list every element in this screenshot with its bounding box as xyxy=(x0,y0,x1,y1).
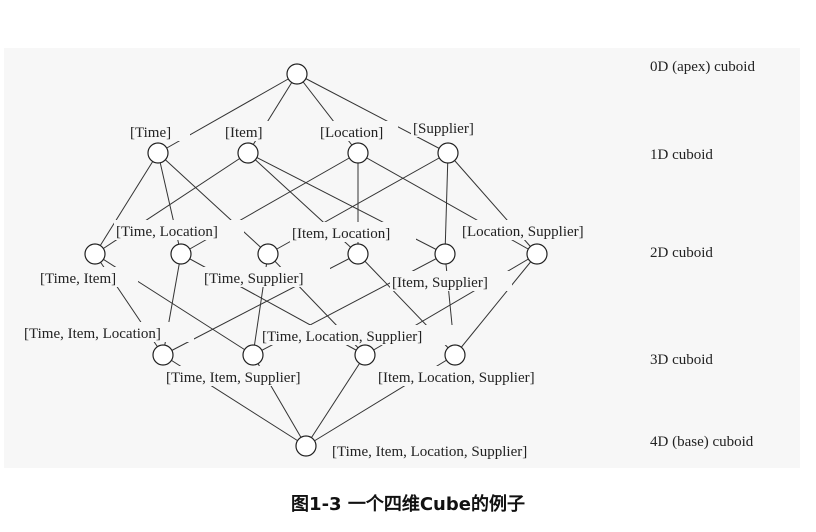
node-time-item-location xyxy=(152,344,174,366)
node-item-supplier xyxy=(434,243,456,265)
node-time-item xyxy=(84,243,106,265)
label-time-item-location: [Time, Item, Location] xyxy=(24,326,161,342)
edge-apex-time xyxy=(157,73,298,154)
node-time-location xyxy=(170,243,192,265)
level-4d: 4D (base) cuboid xyxy=(650,434,754,450)
node-item-location-supplier xyxy=(444,344,466,366)
node-item xyxy=(237,142,259,164)
cube-lattice-diagram: [Time] [Item] [Location] [Supplier] [Tim… xyxy=(22,59,755,461)
node-supplier xyxy=(437,142,459,164)
label-location: [Location] xyxy=(320,125,383,141)
level-3d: 3D cuboid xyxy=(650,352,713,368)
label-time-supplier: [Time, Supplier] xyxy=(204,271,303,287)
label-time-item-supplier: [Time, Item, Supplier] xyxy=(166,370,300,386)
node-location xyxy=(347,142,369,164)
figure-caption: 图1-3 一个四维Cube的例子 xyxy=(291,494,525,515)
edge-apex-item xyxy=(247,73,298,154)
node-time-location-supplier xyxy=(354,344,376,366)
node-location-supplier xyxy=(526,243,548,265)
label-location-supplier: [Location, Supplier] xyxy=(462,224,584,240)
node-time-supplier xyxy=(257,243,279,265)
label-item-location: [Item, Location] xyxy=(292,226,390,242)
edge-apex-supplier xyxy=(296,73,449,154)
node-item-location xyxy=(347,243,369,265)
level-0d: 0D (apex) cuboid xyxy=(650,59,755,75)
label-time-location-supplier: [Time, Location, Supplier] xyxy=(262,329,422,345)
label-time: [Time] xyxy=(130,125,171,141)
label-base: [Time, Item, Location, Supplier] xyxy=(332,444,527,460)
label-item-supplier: [Item, Supplier] xyxy=(392,275,488,291)
label-item-location-supplier: [Item, Location, Supplier] xyxy=(378,370,535,386)
node-time xyxy=(147,142,169,164)
level-labels: 0D (apex) cuboid 1D cuboid 2D cuboid 3D … xyxy=(650,59,755,450)
label-masks xyxy=(22,117,614,461)
node-base xyxy=(295,435,317,457)
label-time-location: [Time, Location] xyxy=(116,224,218,240)
edge-locationsupplier-ils xyxy=(454,253,538,356)
level-1d: 1D cuboid xyxy=(650,147,713,163)
label-supplier: [Supplier] xyxy=(413,121,474,137)
edge-apex-location xyxy=(296,73,359,154)
node-time-item-supplier xyxy=(242,344,264,366)
label-time-item: [Time, Item] xyxy=(40,271,116,287)
level-2d: 2D cuboid xyxy=(650,245,713,261)
node-apex xyxy=(286,63,308,85)
label-item: [Item] xyxy=(225,125,262,141)
